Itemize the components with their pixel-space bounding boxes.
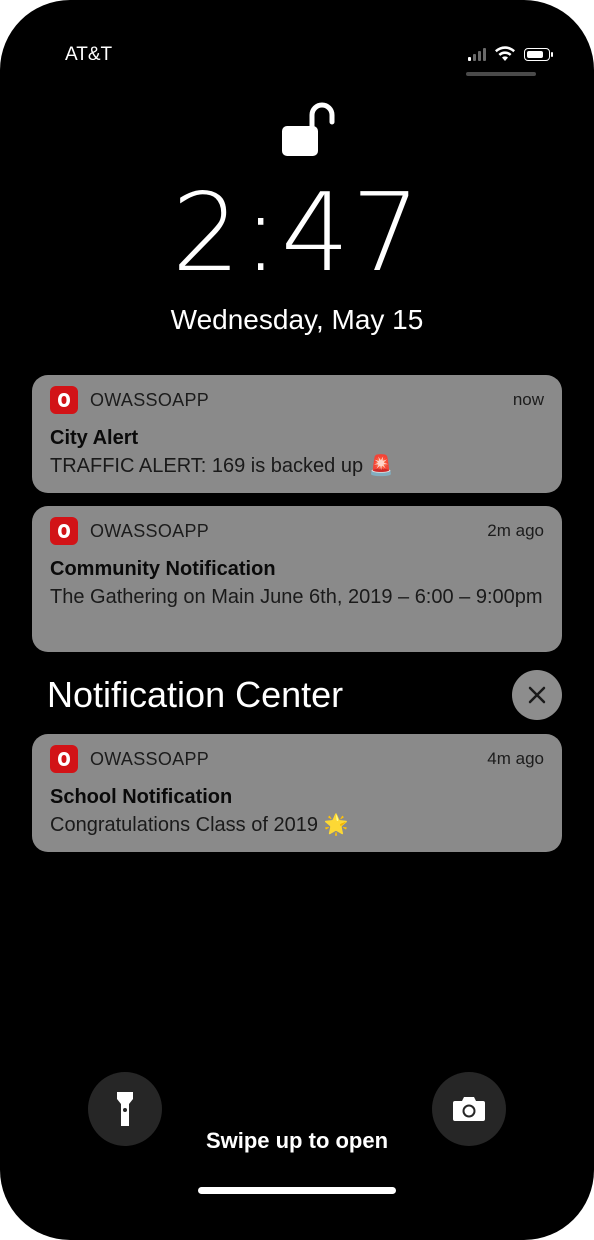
notification-body: The Gathering on Main June 6th, 2019 – 6… [50, 586, 543, 608]
owassoapp-icon [50, 745, 78, 773]
notification-header: OWASSOAPP 4m ago [50, 734, 544, 784]
carrier-label: AT&T [65, 44, 113, 65]
flashlight-icon [117, 1092, 133, 1126]
close-icon [528, 686, 546, 704]
unlocked-padlock-icon [282, 102, 335, 156]
notification-title: City Alert [50, 427, 139, 449]
notification-time: 2m ago [487, 521, 544, 540]
wifi-icon [495, 46, 515, 61]
notification-body: TRAFFIC ALERT: 169 is backed up 🚨 [50, 455, 394, 477]
close-button[interactable] [512, 670, 562, 720]
notification-app-name: OWASSOAPP [90, 748, 210, 769]
notification-app-name: OWASSOAPP [90, 389, 210, 410]
lock-screen: AT&T 2:47 Wednesday, May 15 OWASSOAPP no… [20, 20, 574, 1218]
owassoapp-icon [50, 386, 78, 414]
camera-icon [453, 1097, 485, 1121]
control-center-handle[interactable] [466, 72, 536, 76]
lock-date: Wednesday, May 15 [170, 304, 424, 335]
notification-card[interactable]: OWASSOAPP 2m ago Community Notification … [32, 506, 562, 652]
lock-clock: 2:47 [171, 171, 423, 296]
battery-icon [524, 47, 553, 61]
notification-title: Community Notification [50, 558, 276, 580]
notification-card[interactable]: OWASSOAPP 4m ago School Notification Con… [32, 734, 562, 852]
notification-header: OWASSOAPP now [50, 375, 544, 425]
phone-frame: AT&T 2:47 Wednesday, May 15 OWASSOAPP no… [0, 0, 594, 1240]
notification-title: School Notification [50, 786, 233, 808]
notification-header: OWASSOAPP 2m ago [50, 506, 544, 556]
swipe-up-hint: Swipe up to open [205, 1128, 389, 1153]
notification-card[interactable]: OWASSOAPP now City Alert TRAFFIC ALERT: … [32, 375, 562, 493]
notification-app-name: OWASSOAPP [90, 520, 210, 541]
notification-center-title: Notification Center [47, 674, 344, 715]
notification-time: now [512, 390, 544, 409]
home-indicator[interactable] [198, 1187, 396, 1194]
status-icons [468, 44, 553, 64]
notification-time: 4m ago [487, 749, 544, 768]
owassoapp-icon [50, 517, 78, 545]
notification-body: Congratulations Class of 2019 🌟 [50, 814, 349, 836]
signal-icon [468, 47, 486, 61]
